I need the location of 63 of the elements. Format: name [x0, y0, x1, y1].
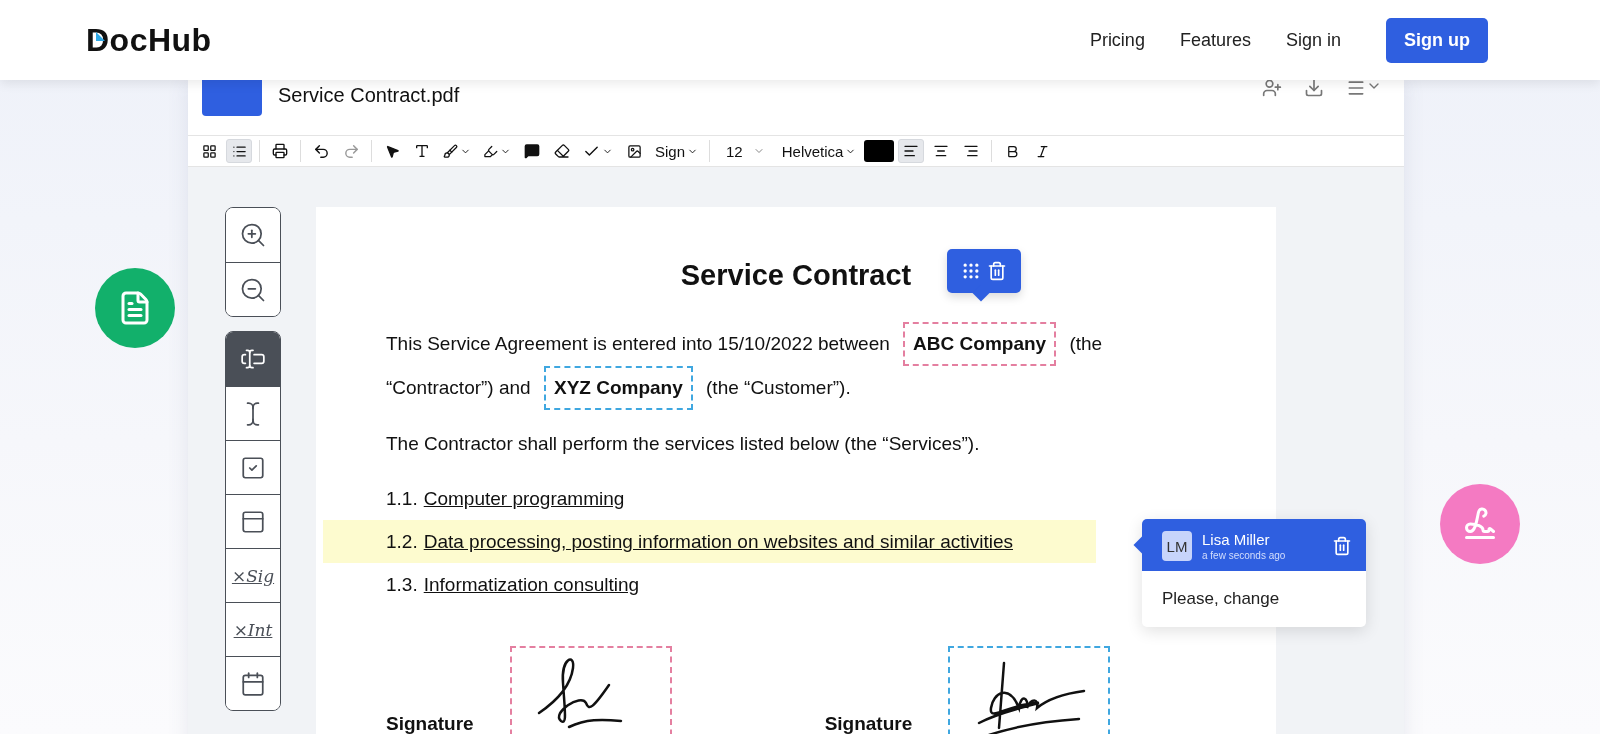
speech-bubble-icon	[524, 143, 540, 159]
nav-link[interactable]: Sign in	[1285, 29, 1341, 51]
logo-corner-icon	[96, 31, 105, 41]
signature-field[interactable]	[509, 646, 672, 734]
download-icon[interactable]	[1304, 80, 1324, 98]
undo-icon	[312, 142, 330, 160]
printer-icon	[272, 143, 288, 159]
align-button[interactable]	[898, 139, 925, 163]
grid-icon	[201, 143, 217, 159]
list-number: 1.2.	[386, 530, 418, 554]
nav-link[interactable]: Features	[1179, 29, 1251, 51]
list-number: 1.3.	[386, 573, 418, 597]
list-number: 1.1.	[386, 487, 418, 511]
brush-icon	[443, 143, 458, 159]
signature-field[interactable]	[948, 646, 1111, 734]
calendar-icon	[240, 670, 266, 697]
font-size-dropdown[interactable]: 12	[717, 139, 774, 163]
comment-time: a few seconds ago	[1202, 550, 1286, 561]
avatar: LM	[1162, 531, 1192, 561]
font-family-dropdown[interactable]: Helvetica	[777, 139, 861, 163]
service-link[interactable]: Data processing, posting information on websites and similar activities	[423, 520, 1013, 563]
file-name: Service Contract.pdf	[278, 83, 460, 107]
comment-text: Please, change	[1161, 588, 1281, 610]
redo-icon	[342, 142, 360, 160]
sign-dropdown[interactable]: Sign	[651, 139, 703, 163]
paragraph-text: This Service Agreement is entered into 15/10/2022 between	[386, 333, 890, 354]
delete-icon	[987, 261, 1008, 281]
add-user-icon[interactable]	[1262, 80, 1282, 98]
text-color-swatch[interactable]	[864, 140, 895, 162]
service-link[interactable]: Computer programming	[423, 477, 625, 520]
align-right-icon	[963, 143, 980, 159]
checkbox-icon	[240, 454, 266, 481]
company-field[interactable]: XYZ Company	[543, 366, 693, 410]
document-title: Service Contract	[680, 259, 912, 292]
app-logo	[202, 80, 262, 116]
signature-label: Signature	[824, 713, 913, 734]
list-view-button[interactable]	[226, 139, 252, 163]
dochub-logo: DocHub	[86, 21, 212, 59]
list-icon	[231, 143, 247, 159]
image-icon	[626, 143, 642, 159]
zoom-in-icon	[239, 221, 267, 249]
panel-icon	[240, 508, 266, 535]
align-left-icon	[903, 143, 920, 159]
signature-label: Signature	[386, 713, 474, 734]
comment-author: Lisa Miller	[1202, 531, 1271, 548]
paragraph-text: The Contractor shall perform the services listed below (the “Services”).	[386, 433, 980, 454]
delete-icon	[1332, 536, 1352, 556]
service-link[interactable]: Informatization consulting	[423, 563, 640, 606]
italic-icon	[1034, 143, 1050, 159]
paragraph-text: “Contractor”) and	[386, 377, 531, 398]
sign-up-button[interactable]: Sign up	[1386, 17, 1488, 63]
paragraph-text: (the	[1069, 333, 1103, 354]
pointer-icon	[384, 143, 400, 159]
align-center-icon	[933, 143, 950, 159]
text-field-icon	[240, 346, 266, 372]
nav-link[interactable]: Pricing	[1089, 29, 1145, 51]
eraser-icon	[554, 143, 570, 159]
field-tool-button[interactable]	[226, 656, 280, 710]
field-tool-button[interactable]	[226, 332, 280, 386]
paragraph-text: (the “Customer”).	[706, 377, 851, 398]
highlighter-icon	[483, 143, 498, 159]
text-icon	[414, 143, 430, 159]
zoom-out-button[interactable]	[226, 262, 280, 316]
